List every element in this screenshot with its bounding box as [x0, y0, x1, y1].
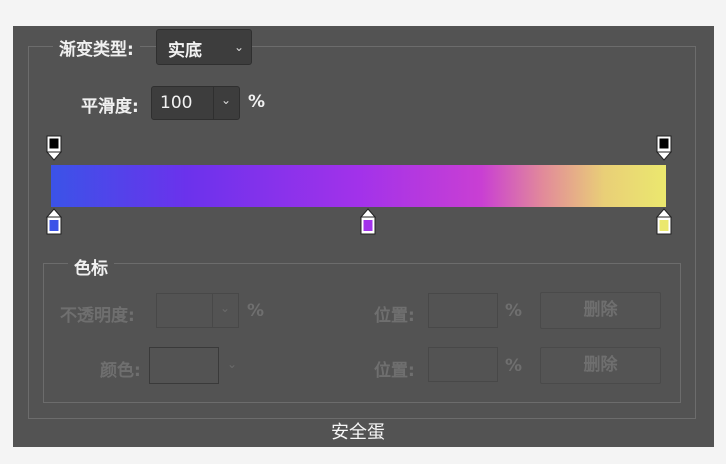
color-stop-left-icon [45, 208, 63, 235]
gradient-type-label: 渐变类型: [53, 35, 140, 60]
smoothness-unit: % [248, 92, 266, 112]
caption-text: 安全蛋 [331, 422, 385, 443]
opacity-stop-right-icon [655, 135, 673, 161]
opacity-label: 不透明度: [60, 306, 135, 326]
smoothness-value: 100 [160, 93, 193, 113]
color-swatch[interactable] [149, 347, 219, 384]
color-stop-middle[interactable] [359, 208, 377, 236]
chevron-down-icon: ⌄ [220, 301, 231, 315]
gradient-type-select[interactable]: 实底 ⌄ [156, 29, 252, 65]
color-stop-right[interactable] [655, 208, 673, 236]
opacity-input[interactable] [156, 293, 213, 328]
opacity-stop-right[interactable] [655, 135, 673, 163]
color-stop-middle-icon [359, 208, 377, 235]
opacity-location-unit: % [505, 301, 523, 321]
chevron-down-icon: ⌄ [221, 93, 232, 107]
opacity-unit: % [247, 301, 265, 321]
opacity-location-label: 位置: [374, 306, 415, 326]
gradient-preview-bar[interactable] [51, 165, 666, 207]
chevron-down-icon: ⌄ [234, 40, 245, 54]
color-location-unit: % [505, 356, 523, 376]
gradient-type-value: 实底 [168, 41, 202, 61]
gradient-editor-panel: 渐变类型: 实底 ⌄ 平滑度: 100 ⌄ % 色标 不透明度: ⌄ % 位置:… [13, 26, 714, 447]
chevron-down-icon: ⌄ [227, 357, 238, 371]
color-location-input[interactable] [428, 347, 498, 382]
smoothness-input[interactable]: 100 [151, 86, 214, 120]
smoothness-dropdown-button[interactable]: ⌄ [213, 86, 240, 120]
opacity-stop-left[interactable] [45, 135, 63, 163]
color-delete-button[interactable]: 删除 [540, 347, 661, 384]
smoothness-label: 平滑度: [81, 97, 139, 117]
color-stop-right-icon [655, 208, 673, 235]
color-label: 颜色: [100, 361, 141, 381]
opacity-delete-button[interactable]: 删除 [540, 292, 661, 329]
color-stop-left[interactable] [45, 208, 63, 236]
opacity-location-input[interactable] [428, 293, 498, 328]
color-location-label: 位置: [374, 361, 415, 381]
opacity-dropdown-button[interactable]: ⌄ [212, 293, 239, 328]
stops-section-label: 色标 [68, 254, 114, 279]
opacity-stop-left-icon [45, 135, 63, 161]
